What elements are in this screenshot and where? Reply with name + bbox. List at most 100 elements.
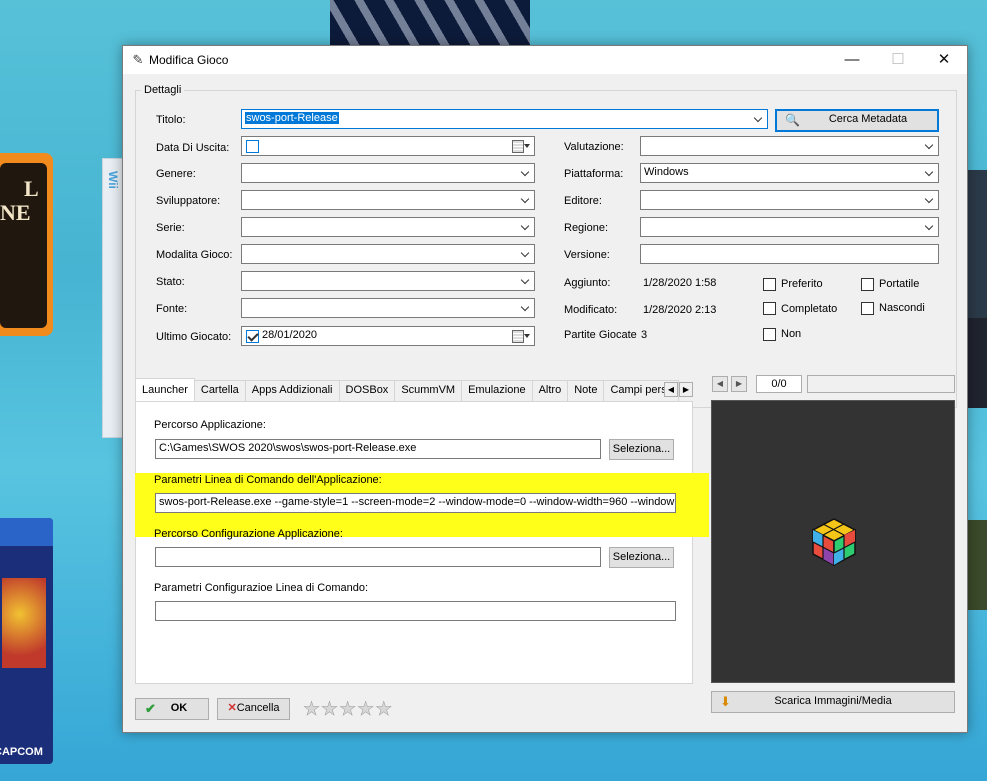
tab-emulazione[interactable]: Emulazione bbox=[461, 380, 533, 401]
config-path-input[interactable] bbox=[155, 547, 601, 567]
pencil-icon: ✎ bbox=[132, 52, 144, 67]
title-combobox[interactable]: swos-port-Release bbox=[241, 109, 768, 129]
platform-combobox[interactable]: Windows bbox=[640, 163, 939, 183]
titlebar: ✎ Modifica Gioco — ☐ ✕ bbox=[123, 46, 967, 74]
source-label: Fonte: bbox=[156, 303, 188, 315]
favorite-label: Preferito bbox=[781, 278, 823, 290]
play-count-value: 3 bbox=[641, 329, 648, 341]
browse-app-path-button[interactable]: Seleziona... bbox=[609, 439, 674, 460]
tab-launcher[interactable]: Launcher bbox=[135, 378, 195, 401]
details-group-title: Dettagli bbox=[141, 84, 185, 96]
tab-dosbox[interactable]: DOSBox bbox=[338, 380, 396, 401]
version-input[interactable] bbox=[640, 244, 939, 264]
background-game-card-capcom: CAPCOM bbox=[0, 518, 53, 764]
publisher-label: Editore: bbox=[564, 195, 602, 207]
calendar-icon[interactable] bbox=[512, 330, 530, 343]
genre-combobox[interactable] bbox=[241, 163, 535, 183]
publisher-combobox[interactable] bbox=[640, 190, 939, 210]
close-button[interactable]: ✕ bbox=[921, 46, 967, 74]
developer-combobox[interactable] bbox=[241, 190, 535, 210]
last-played-picker[interactable]: 28/01/2020 bbox=[241, 326, 535, 346]
star-icon[interactable]: ★ bbox=[357, 699, 375, 720]
title-label: Titolo: bbox=[156, 114, 186, 126]
tab-altro[interactable]: Altro bbox=[531, 380, 569, 401]
command-line-input[interactable]: swos-port-Release.exe --game-style=1 --s… bbox=[155, 493, 676, 513]
region-combobox[interactable] bbox=[640, 217, 939, 237]
image-preview[interactable] bbox=[711, 400, 955, 683]
tab-scummvm[interactable]: ScummVM bbox=[394, 380, 463, 401]
last-played-label: Ultimo Giocato: bbox=[156, 331, 232, 343]
region-label: Regione: bbox=[564, 222, 609, 234]
status-label: Stato: bbox=[156, 276, 185, 288]
status-combobox[interactable] bbox=[241, 271, 535, 291]
platform-value: Windows bbox=[644, 166, 689, 178]
image-type-selector[interactable] bbox=[807, 375, 955, 393]
star-icon[interactable]: ★ bbox=[321, 699, 339, 720]
maximize-button[interactable]: ☐ bbox=[875, 46, 921, 74]
download-arrow-icon: ⬇ bbox=[720, 694, 731, 709]
release-date-checkbox[interactable] bbox=[246, 140, 259, 153]
config-command-line-input[interactable] bbox=[155, 601, 676, 621]
browse-config-path-button[interactable]: Seleziona... bbox=[609, 547, 674, 568]
modified-value: 1/28/2020 2:13 bbox=[643, 304, 717, 316]
star-icon[interactable]: ★ bbox=[303, 699, 321, 720]
star-rating[interactable]: ★ ★ ★ ★ ★ bbox=[303, 699, 393, 720]
background-game-card-right bbox=[965, 170, 987, 330]
star-icon[interactable]: ★ bbox=[375, 699, 393, 720]
portable-label: Portatile bbox=[879, 278, 920, 290]
added-value: 1/28/2020 1:58 bbox=[643, 277, 717, 289]
cross-icon: ✕ bbox=[227, 702, 237, 714]
background-game-card-right-3 bbox=[965, 520, 987, 610]
series-combobox[interactable] bbox=[241, 217, 535, 237]
tab-note[interactable]: Note bbox=[567, 380, 605, 401]
hide-checkbox[interactable] bbox=[861, 302, 874, 315]
modified-label: Modificato: bbox=[564, 304, 618, 316]
broken-label: Non bbox=[781, 328, 802, 340]
cancel-button[interactable]: ✕Cancella bbox=[217, 698, 290, 720]
edit-game-dialog: ✎ Modifica Gioco — ☐ ✕ Dettagli Titolo: … bbox=[122, 45, 968, 733]
favorite-checkbox[interactable] bbox=[763, 278, 776, 291]
tab-bar: Launcher Cartella Apps Addizionali DOSBo… bbox=[135, 378, 680, 402]
tab-apps-addizionali[interactable]: Apps Addizionali bbox=[244, 380, 340, 401]
command-line-label: Parametri Linea di Comando dell'Applicaz… bbox=[154, 474, 382, 486]
tab-scroll-left-button[interactable]: ◀ bbox=[664, 382, 678, 397]
download-media-button[interactable]: ⬇ Scarica Immagini/Media bbox=[711, 691, 955, 713]
last-played-checkbox[interactable] bbox=[246, 330, 259, 343]
ok-button[interactable]: ✔ OK bbox=[135, 698, 209, 720]
portable-checkbox[interactable] bbox=[861, 278, 874, 291]
app-path-input[interactable]: C:\Games\SWOS 2020\swos\swos-port-Releas… bbox=[155, 439, 601, 459]
minimize-button[interactable]: — bbox=[829, 46, 875, 74]
play-mode-combobox[interactable] bbox=[241, 244, 535, 264]
window-title: Modifica Gioco bbox=[149, 53, 229, 67]
search-metadata-button[interactable]: 🔍 Cerca Metadata bbox=[775, 109, 939, 132]
tab-cartella[interactable]: Cartella bbox=[193, 380, 246, 401]
completed-label: Completato bbox=[781, 303, 838, 315]
completed-checkbox[interactable] bbox=[763, 302, 776, 315]
app-path-label: Percorso Applicazione: bbox=[154, 419, 266, 431]
background-game-card-right-2 bbox=[965, 318, 987, 408]
rating-combobox[interactable] bbox=[640, 136, 939, 156]
broken-checkbox[interactable] bbox=[763, 328, 776, 341]
magnifier-icon: 🔍 bbox=[785, 113, 800, 127]
last-played-value: 28/01/2020 bbox=[262, 329, 318, 341]
image-prev-button[interactable]: ◀ bbox=[712, 376, 728, 392]
source-combobox[interactable] bbox=[241, 298, 535, 318]
tab-scroll-right-button[interactable]: ▶ bbox=[679, 382, 693, 397]
image-counter: 0/0 bbox=[756, 375, 802, 393]
release-date-picker[interactable] bbox=[241, 136, 535, 156]
hide-label: Nascondi bbox=[879, 302, 925, 314]
developer-label: Sviluppatore: bbox=[156, 195, 221, 207]
background-game-art-top bbox=[330, 0, 530, 46]
launchbox-cube-icon bbox=[811, 518, 857, 567]
version-label: Versione: bbox=[564, 249, 610, 261]
image-next-button[interactable]: ▶ bbox=[731, 376, 747, 392]
play-count-label: Partite Giocate bbox=[564, 329, 637, 341]
title-value: swos-port-Release bbox=[245, 112, 339, 124]
calendar-icon[interactable] bbox=[512, 140, 530, 153]
play-mode-label: Modalita Gioco: bbox=[156, 249, 233, 261]
background-wii-box: Wii bbox=[102, 158, 124, 438]
rating-label: Valutazione: bbox=[564, 141, 624, 153]
star-icon[interactable]: ★ bbox=[339, 699, 357, 720]
background-game-card-left: L NE bbox=[0, 153, 53, 336]
config-path-label: Percorso Configurazione Applicazione: bbox=[154, 528, 343, 540]
